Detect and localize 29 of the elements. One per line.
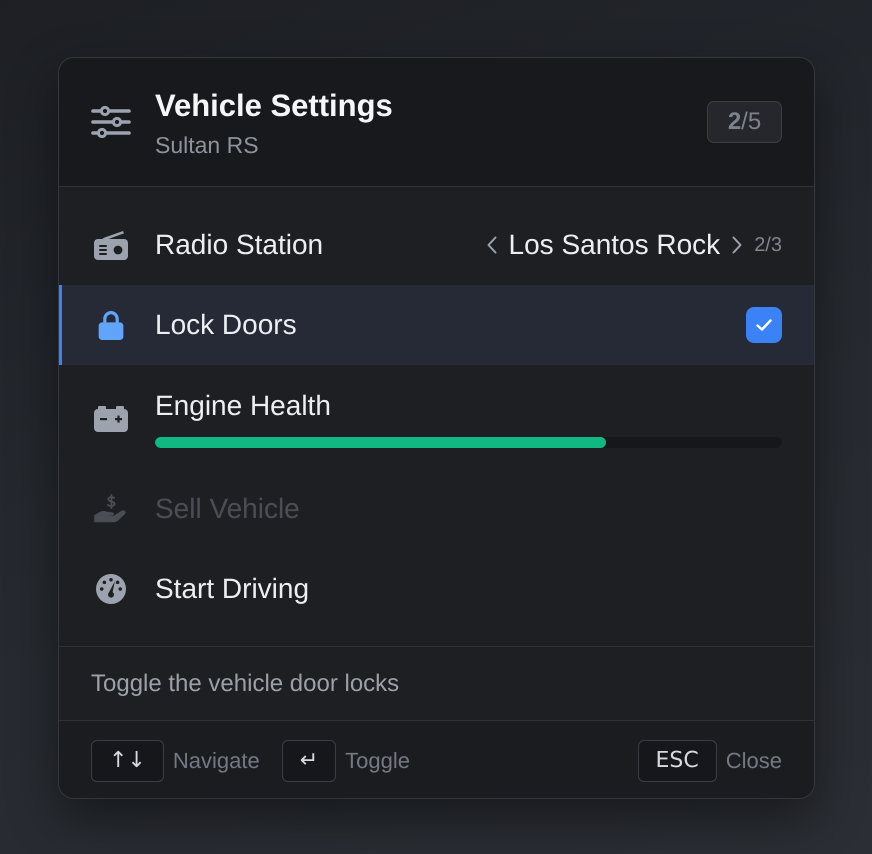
menu-item[interactable]: Lock Doors (59, 285, 814, 365)
station-position: 2/3 (754, 234, 782, 256)
item-label: Start Driving (155, 573, 310, 605)
shortcut-label: Close (726, 748, 782, 774)
speedometer-icon (94, 574, 128, 604)
vehicle-name: Sultan RS (155, 131, 260, 159)
chevron-left-icon[interactable] (486, 236, 497, 254)
checkbox[interactable] (746, 307, 782, 343)
money-hand-icon (94, 494, 128, 524)
item-label: Lock Doors (155, 309, 297, 341)
check-icon (756, 319, 772, 331)
item-label: Engine Health (155, 390, 332, 422)
battery-icon (94, 404, 128, 434)
keycap: ↑↓ (91, 740, 164, 782)
page-counter: 2/5 (707, 101, 782, 143)
item-description: Toggle the vehicle door locks (91, 670, 400, 698)
menu-item[interactable]: Start Driving (59, 549, 814, 629)
menu-item[interactable]: Radio Station Los Santos Rock 2/3 (59, 205, 814, 285)
shortcut-label: Toggle (345, 748, 410, 774)
radio-icon (94, 230, 128, 260)
keycap: ESC (638, 740, 717, 782)
panel-title: Vehicle Settings (155, 89, 394, 123)
sliders-icon (91, 106, 131, 138)
menu-item[interactable]: Engine Health (59, 365, 814, 469)
station-value: Los Santos Rock (508, 229, 720, 261)
shortcut-label: Navigate (172, 748, 260, 774)
item-label: Radio Station (155, 229, 324, 261)
keycap: ↵ (282, 740, 336, 782)
chevron-right-icon[interactable] (732, 236, 742, 254)
